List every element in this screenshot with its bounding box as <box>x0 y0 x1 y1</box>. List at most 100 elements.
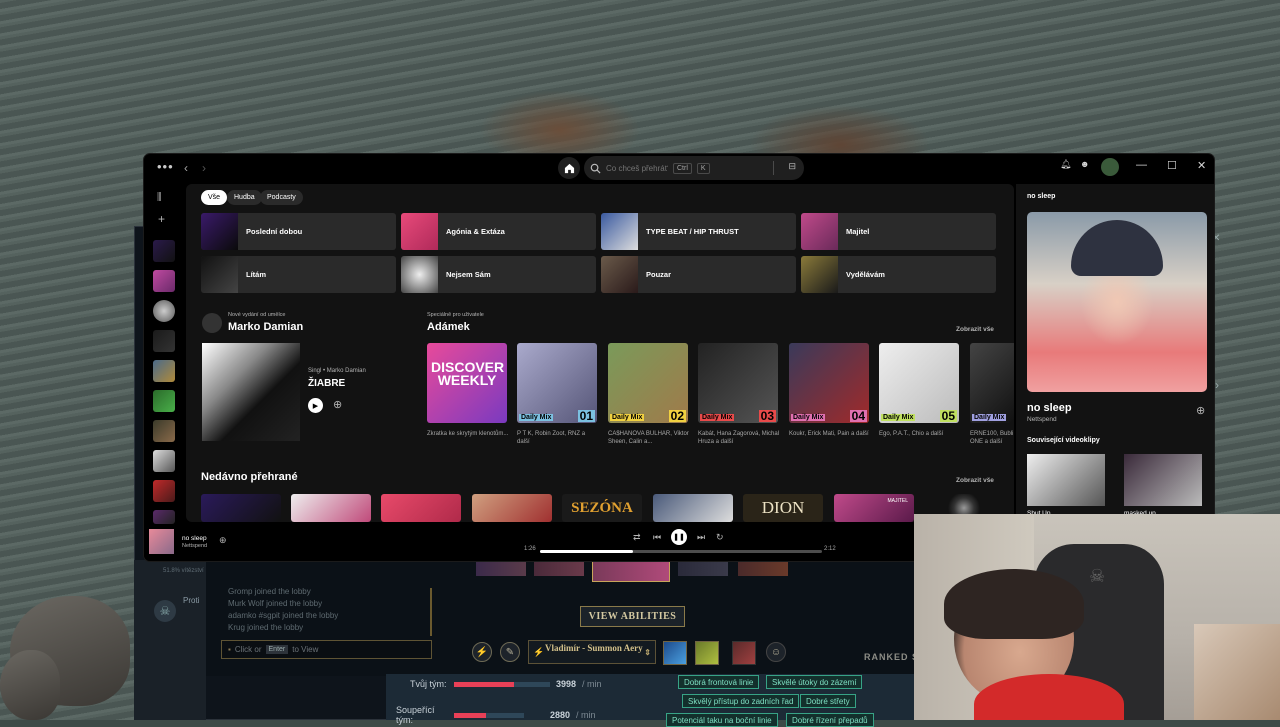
mix-label: Daily Mix <box>519 414 553 421</box>
honor-chip[interactable]: Skvělé útoky do zázemí <box>766 675 862 689</box>
release-title[interactable]: ŽIABRE <box>308 378 345 389</box>
maximize-icon[interactable]: ☐ <box>1167 159 1177 172</box>
add-icon[interactable]: ⊕ <box>219 535 227 546</box>
browse-icon[interactable]: ⊟ <box>788 161 796 172</box>
next-icon[interactable]: ⏭ <box>697 532 705 543</box>
summoner-spell-flash-icon[interactable] <box>663 641 687 665</box>
chevron-right-icon[interactable]: › <box>1215 378 1219 392</box>
recent-title[interactable]: Nedávno přehrané <box>201 471 298 483</box>
edit-rune-icon[interactable]: ✎ <box>500 642 520 662</box>
menu-dots-icon[interactable]: ••• <box>157 159 174 174</box>
library-item[interactable] <box>153 390 175 412</box>
chat-scrollbar[interactable] <box>430 588 432 636</box>
chat-line: Krug joined the lobby <box>228 622 338 634</box>
honor-chip[interactable]: Dobré střety <box>800 694 856 708</box>
recent-item[interactable] <box>472 494 552 522</box>
quick-item[interactable]: Majitel <box>801 213 996 250</box>
quick-item[interactable]: Lítám <box>201 256 396 293</box>
np-title[interactable]: no sleep <box>1027 402 1072 414</box>
library-sidebar: ⫼ + <box>148 184 178 530</box>
video-thumb[interactable] <box>1124 454 1202 506</box>
card-art[interactable]: DISCOVER WEEKLY <box>427 343 507 423</box>
player-title[interactable]: no sleep <box>182 535 207 542</box>
library-icon[interactable]: ⫼ <box>157 192 162 203</box>
repeat-icon[interactable]: ↻ <box>716 532 724 543</box>
recent-item[interactable] <box>381 494 461 522</box>
play-icon[interactable]: ▶ <box>308 398 323 413</box>
player-artist[interactable]: Nettspend <box>182 543 207 549</box>
pause-button[interactable]: ❚❚ <box>671 529 687 545</box>
player-cover[interactable] <box>149 529 174 554</box>
library-item[interactable] <box>153 330 175 352</box>
minimize-icon[interactable]: — <box>1136 159 1147 171</box>
release-artist[interactable]: Marko Damian <box>228 321 303 333</box>
recent-item[interactable]: MAJITEL <box>834 494 914 522</box>
library-item[interactable] <box>153 270 175 292</box>
honor-chip[interactable]: Dobré řízení přepadů <box>786 713 874 727</box>
forward-icon[interactable]: › <box>202 161 206 175</box>
filter-music[interactable]: Hudba <box>227 190 262 205</box>
view-abilities-button[interactable]: VIEW ABILITIES <box>580 606 685 627</box>
np-cover[interactable] <box>1027 212 1207 392</box>
stat-label: Tvůj tým: <box>410 679 448 689</box>
library-item[interactable] <box>153 240 175 262</box>
add-icon[interactable]: ⊕ <box>1196 404 1205 417</box>
recent-item[interactable] <box>201 494 281 522</box>
honor-chip[interactable]: Potenciál taku na boční linie <box>666 713 778 727</box>
summoner-spell-icon[interactable] <box>695 641 719 665</box>
plus-icon[interactable]: + <box>158 212 165 226</box>
filter-all[interactable]: Vše <box>201 190 227 205</box>
np-artist[interactable]: Nettspend <box>1027 416 1057 423</box>
previous-icon[interactable]: ⏮ <box>653 532 661 543</box>
home-button[interactable] <box>558 157 580 179</box>
honor-chip[interactable]: Dobrá frontová linie <box>678 675 759 689</box>
recent-item[interactable] <box>291 494 371 522</box>
honor-chip[interactable]: Skvělý přístup do zadních řad <box>682 694 799 708</box>
card-art[interactable]: Daily Mix02 <box>608 343 688 423</box>
recent-item[interactable]: SEZÓNA <box>562 494 642 522</box>
add-icon[interactable]: ⊕ <box>333 398 342 411</box>
quick-item[interactable]: Nejsem Sám <box>401 256 596 293</box>
library-item[interactable] <box>153 300 175 322</box>
library-item[interactable] <box>153 420 175 442</box>
show-all-link[interactable]: Zobrazit vše <box>956 326 994 333</box>
quick-item[interactable]: Pouzar <box>601 256 796 293</box>
recent-item[interactable] <box>653 494 733 522</box>
recent-item[interactable]: DION <box>743 494 823 522</box>
friends-icon[interactable]: ☻ <box>1080 159 1089 169</box>
video-thumb[interactable] <box>1027 454 1105 506</box>
search-input[interactable] <box>606 164 668 173</box>
emote-icon[interactable]: ☺ <box>766 642 786 662</box>
madefor-title[interactable]: Adámek <box>427 321 470 333</box>
quick-item[interactable]: Agónia & Extáza <box>401 213 596 250</box>
show-all-link[interactable]: Zobrazit vše <box>956 477 994 484</box>
search-bar[interactable]: Ctrl K ⊟ <box>584 156 804 180</box>
library-item[interactable] <box>153 360 175 382</box>
rune-icon[interactable]: ⚡ <box>472 642 492 662</box>
avatar[interactable] <box>1101 158 1119 176</box>
progress-bar[interactable] <box>540 550 822 553</box>
skin-select[interactable]: ⚡ Vladimír - Summon Aery ⇕ <box>528 640 656 664</box>
artist-avatar[interactable] <box>202 313 222 333</box>
filter-podcasts[interactable]: Podcasty <box>260 190 303 205</box>
close-window-icon[interactable]: ✕ <box>1197 159 1206 172</box>
library-item[interactable] <box>153 480 175 502</box>
release-cover[interactable] <box>202 343 300 441</box>
kbd-ctrl: Ctrl <box>673 163 692 174</box>
library-item[interactable] <box>153 450 175 472</box>
shuffle-icon[interactable]: ⇄ <box>633 532 641 543</box>
card-art[interactable]: Daily Mix03 <box>698 343 778 423</box>
card-art[interactable]: Daily Mix01 <box>517 343 597 423</box>
chat-placeholder-tail: to View <box>292 645 318 654</box>
quick-item[interactable]: Poslední dobou <box>201 213 396 250</box>
library-item[interactable] <box>153 510 175 524</box>
ward-skin-icon[interactable] <box>732 641 756 665</box>
bell-icon[interactable]: 🔔︎ <box>1060 159 1071 170</box>
card-art[interactable]: Daily Mix04 <box>789 343 869 423</box>
quick-item[interactable]: Vydělávám <box>801 256 996 293</box>
back-icon[interactable]: ‹ <box>184 161 188 175</box>
chat-input[interactable]: ▪ Click or Enter to View <box>221 640 432 659</box>
quick-item[interactable]: TYPE BEAT / HIP THRUST <box>601 213 796 250</box>
card-art[interactable]: Daily Mix <box>970 343 1014 423</box>
card-art[interactable]: Daily Mix05 <box>879 343 959 423</box>
